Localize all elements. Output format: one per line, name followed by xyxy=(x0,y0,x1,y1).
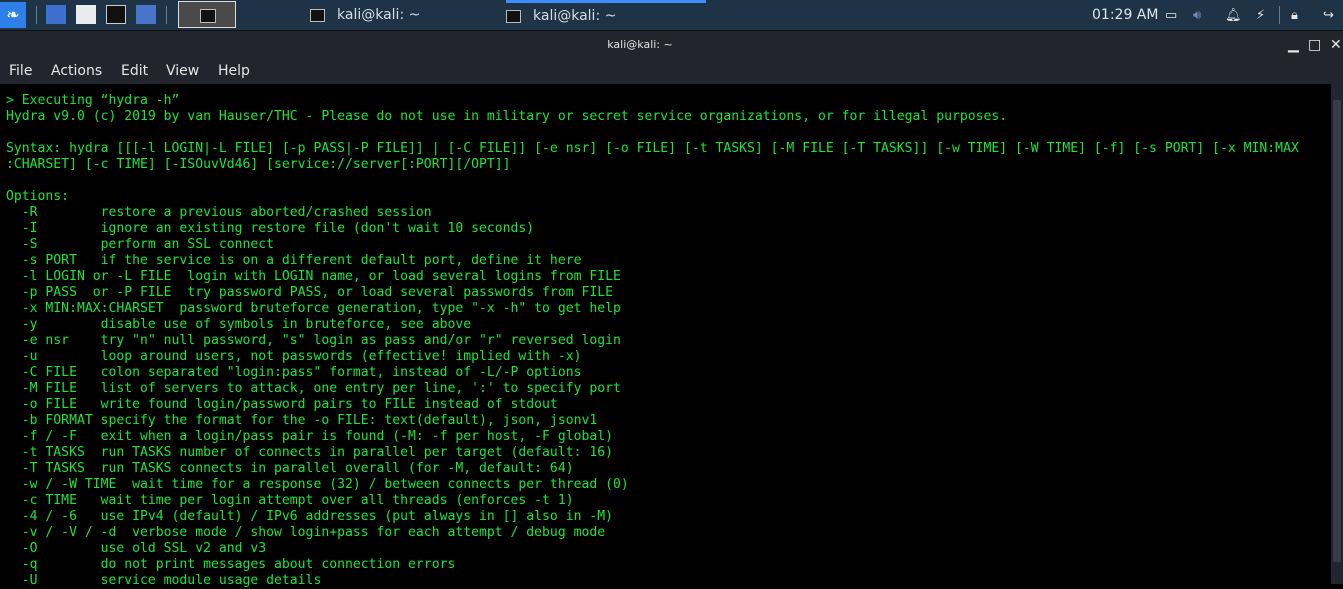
terminal-line: -c TIME wait time per login attempt over… xyxy=(6,493,574,508)
menubar: File Actions Edit View Help xyxy=(0,60,1343,84)
terminal-line: -q do not print messages about connectio… xyxy=(6,557,456,572)
task-label: kali@kali: ~ xyxy=(337,7,421,23)
terminal-line: -s PORT if the service is on a different… xyxy=(6,253,582,268)
separator xyxy=(1279,6,1280,24)
terminal-line: -l LOGIN or -L FILE login with LOGIN nam… xyxy=(6,269,621,284)
menu-file[interactable]: File xyxy=(9,63,32,79)
terminal-icon xyxy=(506,9,521,23)
terminal-line: Options: xyxy=(6,189,70,204)
clock[interactable]: 01:29 AM xyxy=(1092,0,1158,30)
workspace-switcher[interactable] xyxy=(178,1,236,28)
terminal-line: -x MIN:MAX:CHARSET password bruteforce g… xyxy=(6,301,621,316)
terminal-line: -O use old SSL v2 and v3 xyxy=(6,541,267,556)
terminal-line: -e nsr try "n" null password, "s" login … xyxy=(6,333,621,348)
terminal-launcher-icon[interactable] xyxy=(106,5,126,24)
terminal-output[interactable]: > Executing “hydra -h” Hydra v9.0 (c) 201… xyxy=(0,84,1331,588)
terminal-line: -p PASS or -P FILE try password PASS, or… xyxy=(6,285,613,300)
terminal-line: -M FILE list of servers to attack, one e… xyxy=(6,381,621,396)
taskbar: ❧ kali@kali: ~ kali@kali: ~ 01:29 AM ▭ 🔊… xyxy=(0,0,1343,31)
taskbar-task-active[interactable]: kali@kali: ~ xyxy=(506,0,706,33)
window-title: kali@kali: ~ xyxy=(607,38,673,51)
menu-view[interactable]: View xyxy=(166,63,199,79)
terminal-line: -T TASKS run TASKS connects in parallel … xyxy=(6,461,574,476)
battery-icon[interactable]: ⚡ xyxy=(1256,8,1265,23)
menu-help[interactable]: Help xyxy=(218,63,250,79)
display-icon[interactable]: ▭ xyxy=(1165,8,1177,23)
menu-edit[interactable]: Edit xyxy=(121,63,148,79)
task-label: kali@kali: ~ xyxy=(533,8,617,24)
terminal-line: -v / -V / -d verbose mode / show login+p… xyxy=(6,525,606,540)
minimize-button[interactable]: ▁ xyxy=(1288,37,1299,53)
logout-icon[interactable]: ↪ xyxy=(1323,8,1334,23)
file-manager-icon[interactable] xyxy=(76,5,96,24)
terminal-lines: > Executing “hydra -h” Hydra v9.0 (c) 201… xyxy=(6,93,1299,589)
volume-icon[interactable]: 🔊︎ xyxy=(1193,8,1201,23)
terminal-line: -U service module usage details xyxy=(6,573,322,588)
taskbar-task[interactable]: kali@kali: ~ xyxy=(310,0,506,30)
terminal-line: -I ignore an existing restore file (don'… xyxy=(6,221,535,236)
close-button[interactable]: ✕ xyxy=(1330,37,1342,53)
terminal-icon xyxy=(310,8,325,22)
terminal-line: > Executing “hydra -h” xyxy=(6,93,180,108)
separator xyxy=(166,6,167,24)
terminal-line: -C FILE colon separated "login:pass" for… xyxy=(6,365,582,380)
terminal-line: -S perform an SSL connect xyxy=(6,237,275,252)
terminal-line: -w / -W TIME wait time for a response (3… xyxy=(6,477,629,492)
terminal-line: Hydra v9.0 (c) 2019 by van Hauser/THC - … xyxy=(6,109,1008,124)
terminal-icon xyxy=(200,9,216,23)
window-titlebar: kali@kali: ~ ▁ □ ✕ xyxy=(0,31,1343,60)
terminal-line: Syntax: hydra [[[-l LOGIN|-L FILE] [-p P… xyxy=(6,141,1299,156)
terminal-line: -y disable use of symbols in bruteforce,… xyxy=(6,317,472,332)
show-desktop-icon[interactable] xyxy=(46,5,66,24)
terminal-line: -t TASKS run TASKS number of connects in… xyxy=(6,445,613,460)
separator xyxy=(36,6,37,24)
terminal-line: -u loop around users, not passwords (eff… xyxy=(6,349,582,364)
terminal-line: -b FORMAT specify the format for the -o … xyxy=(6,413,598,428)
notification-bell-icon[interactable]: 🔔︎ xyxy=(1225,8,1242,23)
kali-menu-icon[interactable]: ❧ xyxy=(0,2,26,28)
maximize-button[interactable]: □ xyxy=(1308,37,1321,53)
scrollbar-thumb[interactable] xyxy=(1333,100,1341,562)
screenshot-launcher-icon[interactable] xyxy=(136,5,156,24)
menu-actions[interactable]: Actions xyxy=(51,63,102,79)
terminal-line: :CHARSET] [-c TIME] [-ISOuvVd46] [servic… xyxy=(6,157,511,172)
terminal-line: -4 / -6 use IPv4 (default) / IPv6 addres… xyxy=(6,509,613,524)
lock-icon[interactable]: 🔒︎ xyxy=(1291,8,1298,23)
terminal-line: -f / -F exit when a login/pass pair is f… xyxy=(6,429,613,444)
terminal-line: -R restore a previous aborted/crashed se… xyxy=(6,205,432,220)
scrollbar[interactable] xyxy=(1331,84,1343,584)
terminal-line: -o FILE write found login/password pairs… xyxy=(6,397,558,412)
